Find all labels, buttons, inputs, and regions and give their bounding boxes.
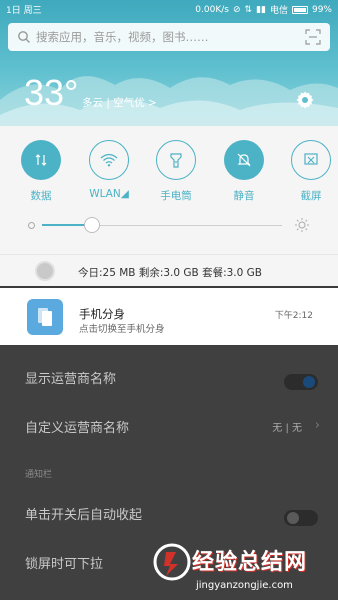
toggle-switch (284, 510, 318, 526)
temperature[interactable]: 33° (24, 72, 78, 114)
signal-icon: ▮▮ (256, 4, 266, 15)
tile-mobile-data[interactable]: 数据 (16, 140, 66, 203)
watermark-logo (153, 543, 191, 581)
alarm-off-icon: ⊘ (232, 4, 241, 15)
data-usage-text: 今日:25 MB 剩余:3.0 GB 套餐:3.0 GB (78, 267, 263, 279)
setting-show-carrier: 显示运营商名称 (0, 354, 338, 404)
weather-header: 1日 周三 0.00K/s ⊘ ⇅ ▮▮ 电信 99% 搜索应用，音乐，视频，图… (0, 0, 338, 126)
search-input[interactable]: 搜索应用，音乐，视频，图书…… (8, 23, 330, 51)
toggle-switch (284, 374, 318, 390)
tile-label: 数据 (30, 190, 52, 202)
data-arrows-icon: ⇅ (244, 4, 253, 15)
chevron-right-icon: › (314, 418, 320, 433)
setting-label: 锁屏时可下拉 (25, 557, 104, 572)
mute-bell-icon (224, 140, 264, 180)
watermark: 经验总结网 jingyanzongjie.com (150, 536, 338, 600)
screenshot-icon (291, 140, 331, 180)
brightness-high-icon (295, 218, 309, 232)
network-speed: 0.00K/s (195, 4, 229, 15)
setting-label: 显示运营商名称 (25, 372, 117, 387)
setting-label: 单击开关后自动收起 (25, 508, 143, 523)
tile-label: 静音 (233, 190, 255, 202)
watermark-url: jingyanzongjie.com (196, 580, 293, 591)
brightness-thumb[interactable] (84, 217, 101, 233)
tile-screenshot[interactable]: 截屏 (286, 140, 336, 203)
wifi-icon (89, 140, 129, 180)
data-usage-row[interactable]: 今日:25 MB 剩余:3.0 GB 套餐:3.0 GB (0, 254, 338, 286)
scan-icon[interactable] (305, 29, 321, 45)
brightness-slider[interactable] (28, 214, 312, 238)
setting-label: 自定义运营商名称 (25, 421, 130, 436)
watermark-text: 经验总结网 (192, 550, 308, 575)
mobile-data-icon (21, 140, 61, 180)
search-placeholder: 搜索应用，音乐，视频，图书…… (36, 30, 209, 44)
tile-label: 手电筒 (160, 190, 192, 202)
notification-dual-app[interactable]: 手机分身 点击切换至手机分身 下午2:12 (0, 288, 338, 345)
carrier-name: 电信 (269, 6, 288, 16)
tile-label: 截屏 (300, 190, 322, 202)
tile-label: WLAN◢ (89, 188, 129, 200)
tile-mute[interactable]: 静音 (219, 140, 269, 203)
flashlight-icon (156, 140, 196, 180)
gear-icon[interactable] (295, 90, 315, 110)
tile-wlan[interactable]: WLAN◢ (84, 140, 134, 200)
notification-title: 手机分身 (79, 307, 125, 321)
status-date: 1日 周三 (6, 6, 42, 16)
brightness-low-icon (28, 222, 35, 229)
battery-percent: 99% (311, 4, 332, 15)
quick-settings-panel: 数据 WLAN◢ 手电筒 静音 截屏 今日:25 MB 剩余:3.0 GB 套餐… (0, 126, 338, 286)
notification-time: 下午2:12 (274, 311, 313, 321)
weather-condition[interactable]: 多云 | 空气优 > (82, 95, 157, 110)
setting-custom-carrier: 自定义运营商名称 无 | 无 › (0, 403, 338, 453)
data-usage-icon (35, 261, 55, 281)
dual-phone-icon (27, 299, 63, 335)
setting-value: 无 | 无 (272, 423, 302, 434)
notification-subtitle: 点击切换至手机分身 (79, 324, 165, 335)
search-icon (18, 31, 30, 43)
tile-flashlight[interactable]: 手电筒 (151, 140, 201, 203)
setting-auto-collapse: 单击开关后自动收起 (0, 490, 338, 540)
section-header: 通知栏 (25, 470, 53, 480)
status-bar: 1日 周三 0.00K/s ⊘ ⇅ ▮▮ 电信 99% (0, 0, 338, 18)
battery-icon (291, 5, 308, 14)
